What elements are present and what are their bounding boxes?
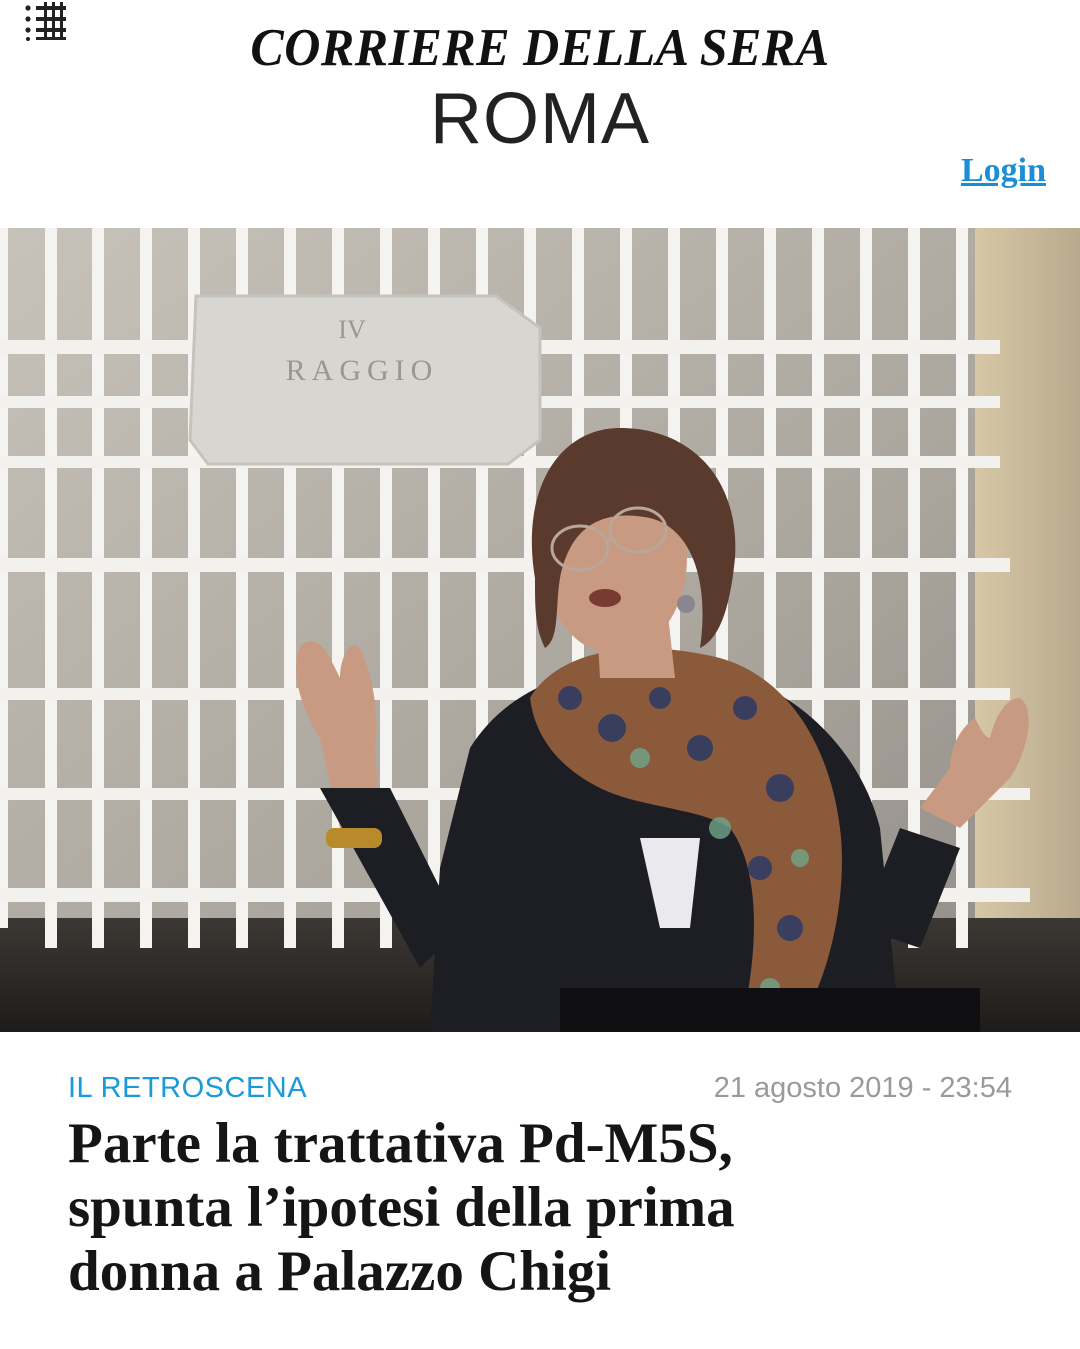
sign-text-top: IV	[338, 315, 366, 344]
headline-line: spunta l’ipotesi della prima	[68, 1176, 735, 1239]
article-date: 21 agosto 2019 - 23:54	[713, 1072, 1012, 1104]
headline-line: donna a Palazzo Chigi	[68, 1240, 612, 1303]
masthead-logo[interactable]: CORRIERE DELLA SERA	[0, 17, 1080, 78]
login-link[interactable]: Login	[961, 152, 1046, 190]
sign-text: RAGGIO	[286, 354, 439, 387]
headline-line: Parte la trattativa Pd-M5S,	[68, 1112, 733, 1175]
hero-photo: IV RAGGIO	[0, 228, 1080, 1032]
article-kicker[interactable]: IL RETROSCENA	[68, 1072, 307, 1105]
section-title: ROMA	[430, 79, 650, 159]
article-headline[interactable]: Parte la trattativa Pd-M5S, spunta l’ipo…	[68, 1112, 1018, 1304]
